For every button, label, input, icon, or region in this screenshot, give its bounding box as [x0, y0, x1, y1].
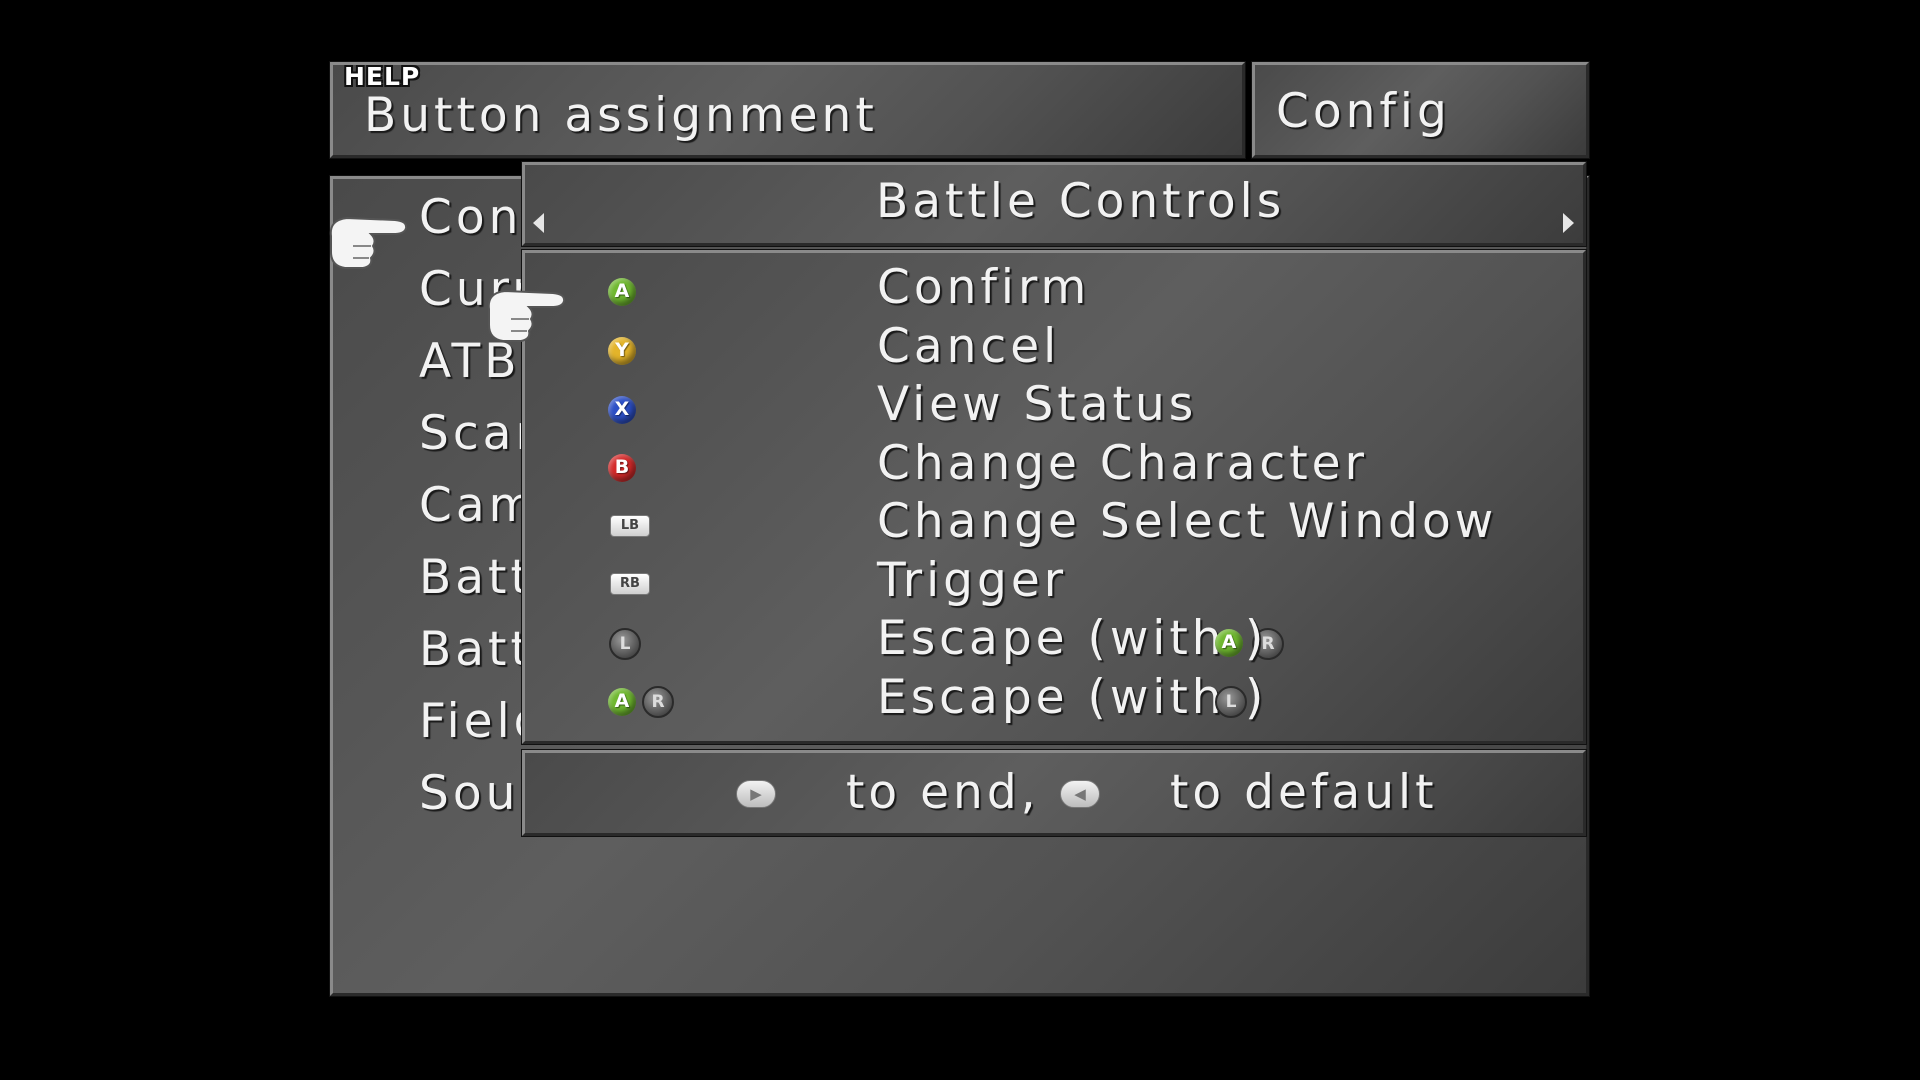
menu-item-scan[interactable]: Scar	[419, 406, 539, 461]
dpad-right-icon: ▶	[736, 780, 776, 808]
assignment-action[interactable]: Escape (with	[877, 670, 1226, 725]
pointing-hand-cursor-icon	[329, 216, 408, 269]
footer-end-text: to end,	[846, 765, 1040, 820]
assignment-suffix: )	[1245, 611, 1268, 666]
assignment-action[interactable]: Cancel	[877, 319, 1060, 374]
left-bumper-icon: LB	[610, 515, 650, 537]
left-stick-icon: L	[609, 628, 641, 660]
a-button-icon: A	[1215, 629, 1243, 657]
right-stick-icon: R	[642, 686, 674, 718]
assignment-action[interactable]: Escape (with	[877, 611, 1226, 666]
a-button-icon: A	[608, 278, 636, 306]
menu-item-battle-1[interactable]: Batt	[419, 550, 533, 605]
pointing-hand-cursor-icon	[487, 289, 566, 342]
assignment-action[interactable]: Change Character	[877, 436, 1368, 491]
b-button-icon: B	[608, 454, 636, 482]
assignment-action[interactable]: Confirm	[877, 260, 1090, 315]
assignment-action[interactable]: Trigger	[877, 553, 1067, 608]
next-section-arrow-icon[interactable]	[1563, 213, 1574, 233]
dpad-left-icon: ◀	[1060, 780, 1100, 808]
assignment-action[interactable]: View Status	[877, 377, 1197, 432]
help-text: Button assignment	[364, 88, 878, 143]
a-button-icon: A	[608, 688, 636, 716]
prev-section-arrow-icon[interactable]	[533, 213, 544, 233]
y-button-icon: Y	[608, 337, 636, 365]
x-button-icon: X	[608, 396, 636, 424]
section-title: Battle Controls	[876, 174, 1286, 229]
left-stick-icon: L	[1215, 686, 1247, 718]
menu-item-battle-2[interactable]: Batt	[419, 622, 533, 677]
assignment-suffix: )	[1245, 670, 1268, 725]
right-bumper-icon: RB	[610, 573, 650, 595]
footer-default-text: to default	[1170, 765, 1438, 820]
page-title: Config	[1276, 84, 1451, 139]
assignment-action[interactable]: Change Select Window	[877, 494, 1497, 549]
help-badge: HELP	[344, 62, 421, 91]
